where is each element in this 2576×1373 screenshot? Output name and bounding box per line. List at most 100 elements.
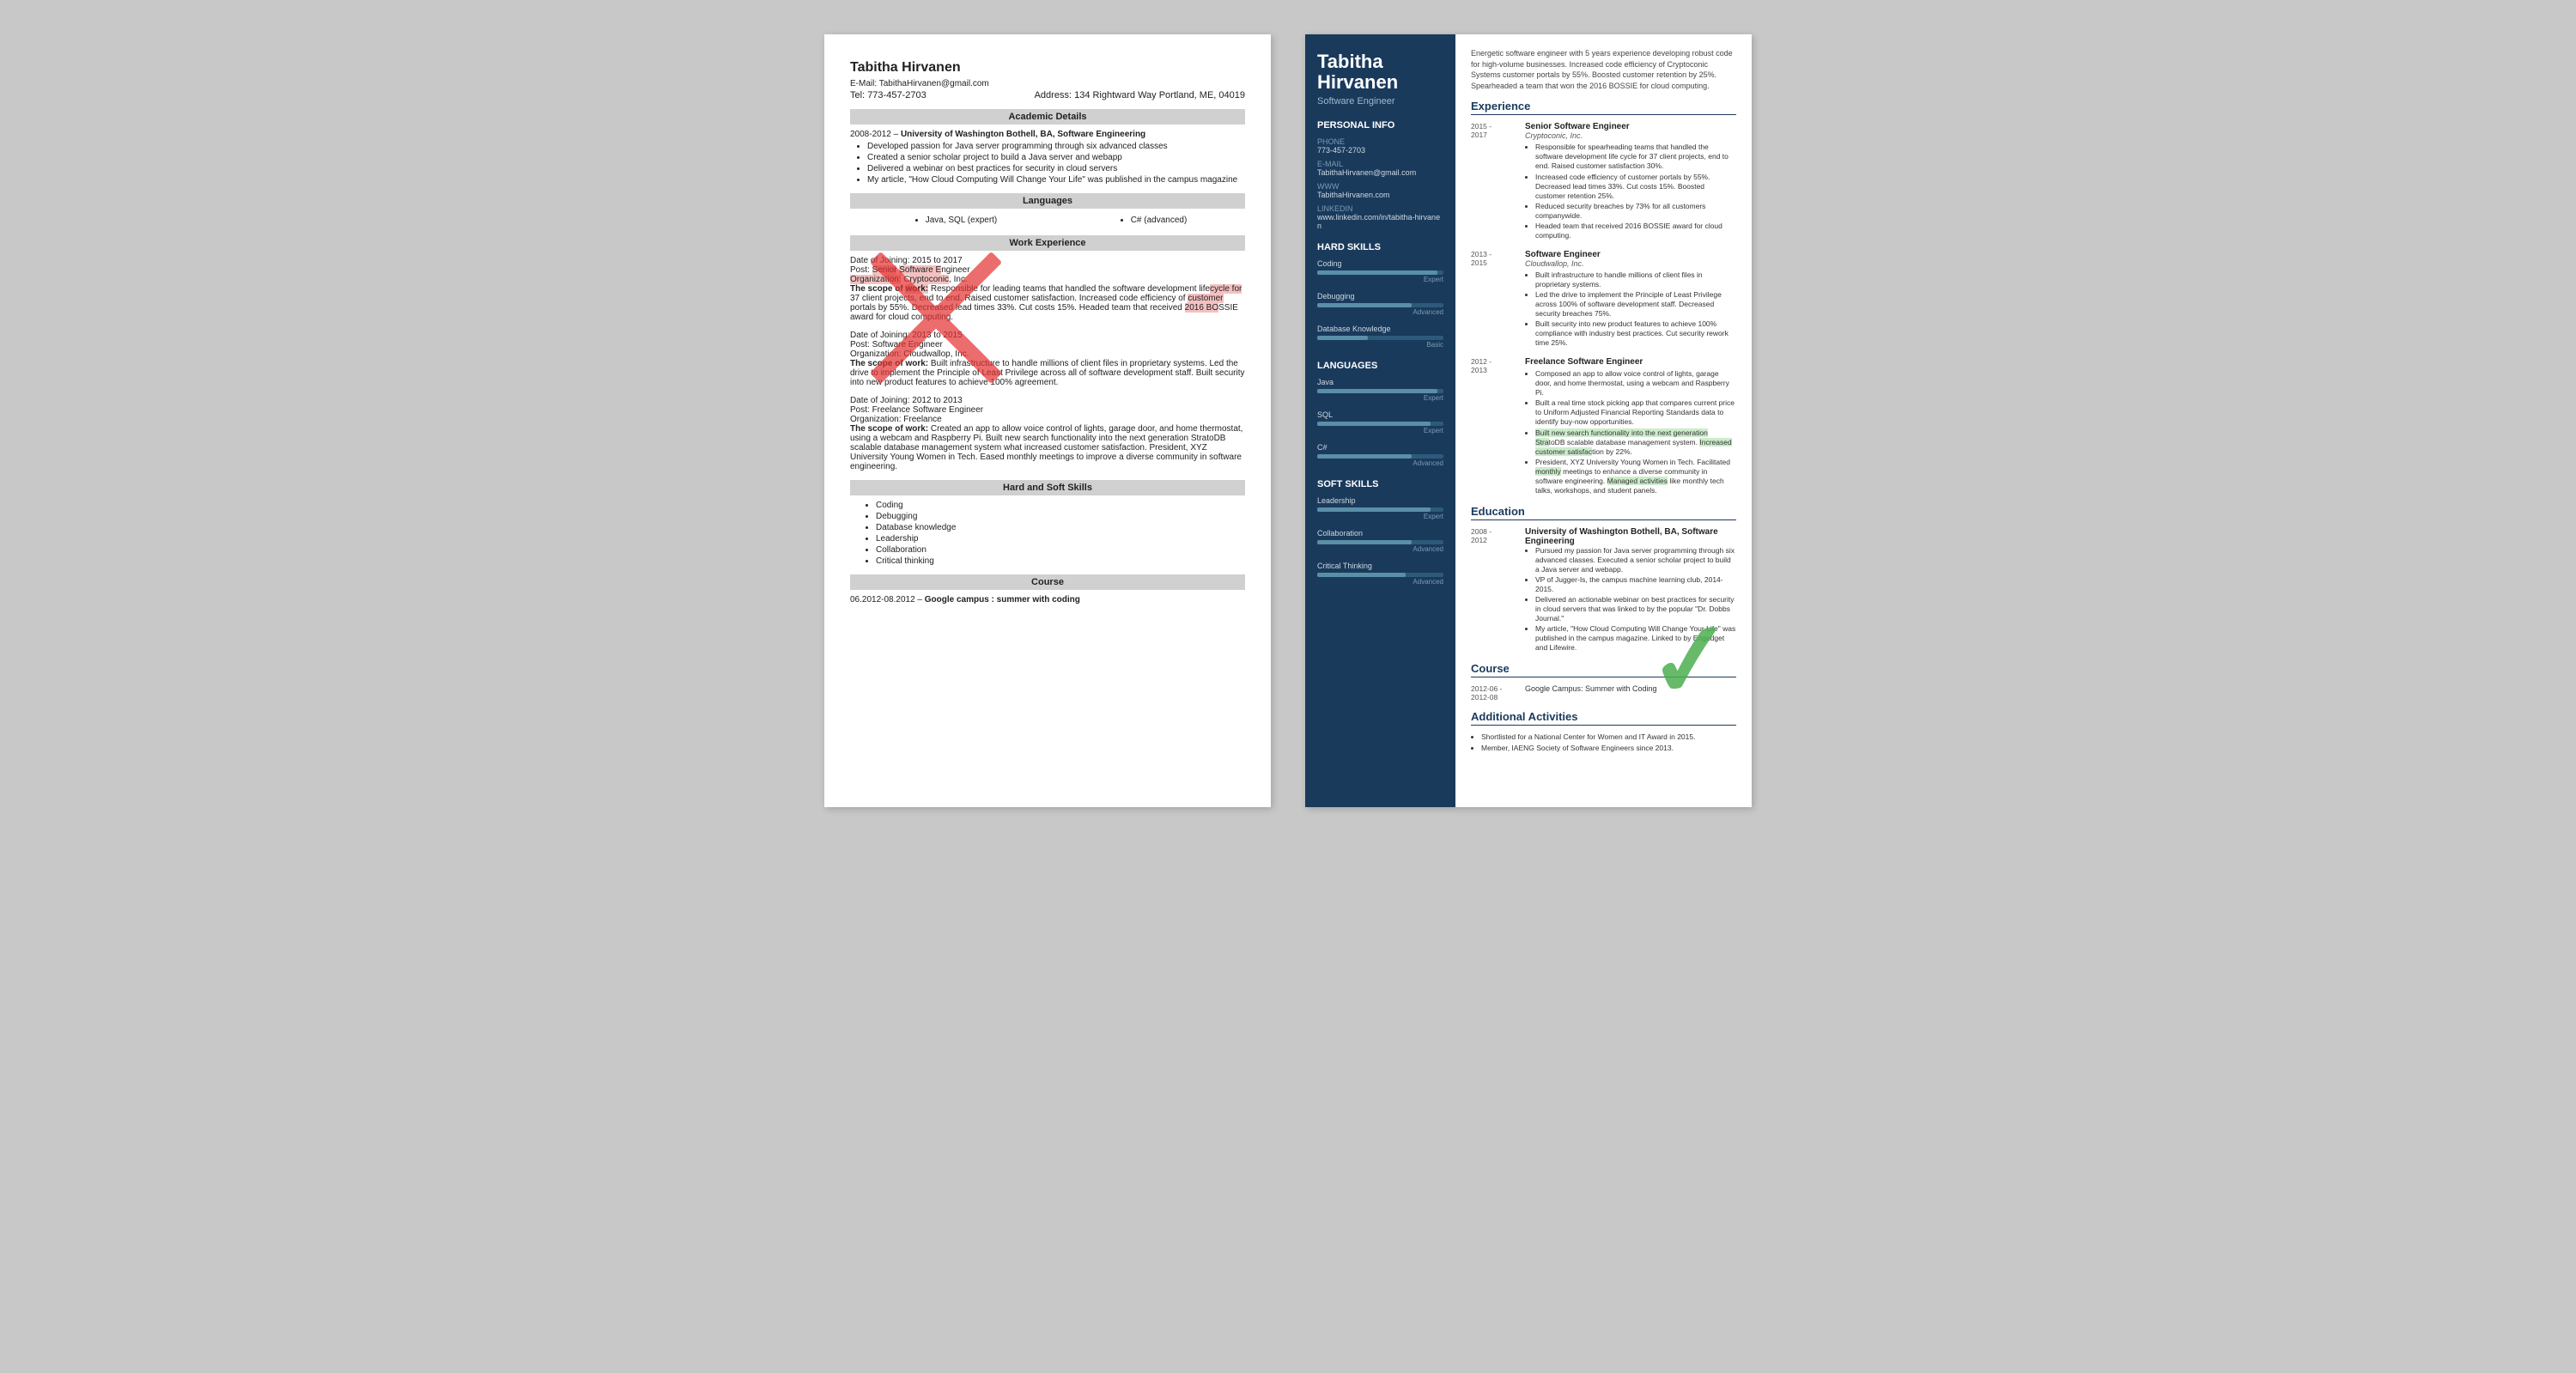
activities-header: Additional Activities — [1471, 710, 1736, 726]
skill-critical-bar: Critical Thinking Advanced — [1317, 562, 1443, 586]
lang-java-track — [1317, 389, 1443, 393]
course-name-1: Google Campus: Summer with Coding — [1525, 684, 1657, 702]
exp-bullet-3-2: Built a real time stock picking app that… — [1535, 398, 1736, 427]
skill-dbknow-label: Database Knowledge — [1317, 325, 1443, 333]
exp-bullet-1-3: Reduced security breaches by 73% for all… — [1535, 202, 1736, 221]
email-label: E-Mail: — [850, 79, 877, 88]
edu-bullet-1-1: Pursued my passion for Java server progr… — [1535, 546, 1736, 574]
left-resume: Tabitha Hirvanen E-Mail: TabithaHirvanen… — [824, 34, 1271, 807]
skill-collab-bar: Collaboration Advanced — [1317, 529, 1443, 553]
edu-bullets-1: Pursued my passion for Java server progr… — [1535, 546, 1736, 653]
work-org-3: Organization: Freelance — [850, 415, 1245, 424]
exp-company-2: Cloudwallop, Inc. — [1525, 259, 1736, 268]
academic-entry: 2008-2012 – University of Washington Bot… — [850, 130, 1245, 185]
main-content: Energetic software engineer with 5 years… — [1455, 34, 1752, 807]
skill-critical-label: Critical Thinking — [1317, 562, 1443, 570]
left-email-row: E-Mail: TabithaHirvanen@gmail.com — [850, 79, 1245, 88]
skill-critical-track — [1317, 573, 1443, 577]
personal-info-header: Personal Info — [1317, 120, 1443, 131]
skill-dbknow-track — [1317, 336, 1443, 340]
lang-java-bar: Java Expert — [1317, 378, 1443, 402]
lang-csharp-fill — [1317, 454, 1412, 459]
exp-bullets-3: Composed an app to allow voice control o… — [1535, 369, 1736, 495]
skill-leadership-bar: Leadership Expert — [1317, 496, 1443, 520]
work-scope-3: The scope of work: Created an app to all… — [850, 424, 1245, 471]
activity-1: Shortlisted for a National Center for Wo… — [1481, 732, 1736, 742]
lang-java: Java, SQL (expert) — [926, 216, 998, 225]
skill-debugging: Debugging — [876, 512, 1245, 521]
skill-collab-track — [1317, 540, 1443, 544]
experience-header: Experience — [1471, 100, 1736, 115]
work-header: Work Experience — [850, 235, 1245, 251]
exp-entry-2: 2013 -2015 Software Engineer Cloudwallop… — [1471, 250, 1736, 349]
exp-bullet-3-1: Composed an app to allow voice control o… — [1535, 369, 1736, 398]
skill-critical-level: Advanced — [1317, 578, 1443, 586]
lang-sql-bar: SQL Expert — [1317, 410, 1443, 434]
languages-row: Java, SQL (expert) C# (advanced) — [850, 214, 1245, 227]
exp-title-2: Software Engineer — [1525, 250, 1736, 259]
skill-critical: Critical thinking — [876, 556, 1245, 566]
soft-skills-header: Soft Skills — [1317, 479, 1443, 489]
work-scope-2: The scope of work: Built infrastructure … — [850, 359, 1245, 387]
academic-bullet-3: Delivered a webinar on best practices fo… — [867, 164, 1245, 173]
course-date-1: 2012-06 -2012-08 — [1471, 684, 1518, 702]
lang-csharp: C# (advanced) — [1131, 216, 1188, 225]
skill-debugging-fill — [1317, 303, 1412, 307]
exp-date-1: 2015 -2017 — [1471, 122, 1518, 240]
skills-header: Hard and Soft Skills — [850, 480, 1245, 495]
work-post-3: Post: Freelance Software Engineer — [850, 405, 1245, 415]
summary: Energetic software engineer with 5 years… — [1471, 48, 1736, 91]
lang-csharp-label: C# — [1317, 443, 1443, 452]
work-post-2: Post: Software Engineer — [850, 340, 1245, 349]
lang-csharp-level: Advanced — [1317, 459, 1443, 467]
email-label-right: E-mail — [1317, 160, 1443, 168]
exp-detail-3: Freelance Software Engineer Composed an … — [1525, 357, 1736, 496]
languages-header-right: Languages — [1317, 361, 1443, 371]
skill-debugging-level: Advanced — [1317, 308, 1443, 316]
academic-title: University of Washington Bothell, BA, So… — [901, 130, 1145, 139]
skill-coding: Coding — [876, 501, 1245, 510]
skill-coding-bar: Coding Expert — [1317, 259, 1443, 283]
exp-entry-3: 2012 -2013 Freelance Software Engineer C… — [1471, 357, 1736, 496]
phone-label: Phone — [1317, 137, 1443, 146]
exp-bullet-3-4: President, XYZ University Young Women in… — [1535, 458, 1736, 495]
work-org-1: Organization: Cryptoconic, Inc. — [850, 275, 1245, 284]
work-entry-2: Date of Joining: 2013 to 2015 Post: Soft… — [850, 331, 1245, 387]
exp-date-3: 2012 -2013 — [1471, 357, 1518, 496]
exp-bullet-2-3: Built security into new product features… — [1535, 319, 1736, 348]
education-header: Education — [1471, 505, 1736, 520]
exp-bullets-2: Built infrastructure to handle millions … — [1535, 270, 1736, 348]
exp-bullet-1-1: Responsible for spearheading teams that … — [1535, 143, 1736, 171]
lang-csharp-bar: C# Advanced — [1317, 443, 1443, 467]
skill-dbknow-fill — [1317, 336, 1368, 340]
academic-years: 2008-2012 – — [850, 130, 901, 139]
academic-bullets: Developed passion for Java server progra… — [867, 142, 1245, 185]
lang-sql-fill — [1317, 422, 1431, 426]
skill-database: Database knowledge — [876, 523, 1245, 532]
phone-value: 773-457-2703 — [1317, 146, 1443, 155]
academic-bullet-1: Developed passion for Java server progra… — [867, 142, 1245, 151]
exp-detail-1: Senior Software Engineer Cryptoconic, In… — [1525, 122, 1736, 240]
skill-coding-track — [1317, 270, 1443, 275]
skill-collab-fill — [1317, 540, 1412, 544]
exp-bullet-2-2: Led the drive to implement the Principle… — [1535, 290, 1736, 319]
exp-date-2: 2013 -2015 — [1471, 250, 1518, 349]
exp-company-1: Cryptoconic, Inc. — [1525, 131, 1736, 140]
skill-debugging-label: Debugging — [1317, 292, 1443, 301]
course-entry-right-1: 2012-06 -2012-08 Google Campus: Summer w… — [1471, 684, 1736, 702]
lang-sql-track — [1317, 422, 1443, 426]
lang-csharp-track — [1317, 454, 1443, 459]
lang-sql-label: SQL — [1317, 410, 1443, 419]
linkedin-label: LinkedIn — [1317, 204, 1443, 213]
work-org-2: Organization: Cloudwallop, Inc. — [850, 349, 1245, 359]
exp-entry-1: 2015 -2017 Senior Software Engineer Cryp… — [1471, 122, 1736, 240]
work-date-1: Date of Joining: 2015 to 2017 — [850, 256, 1245, 265]
hard-skills-header: Hard Skills — [1317, 242, 1443, 252]
skill-leadership-label: Leadership — [1317, 496, 1443, 505]
edu-date-1: 2008 -2012 — [1471, 527, 1518, 654]
work-entry-1: Date of Joining: 2015 to 2017 Post: Seni… — [850, 256, 1245, 322]
skill-coding-fill — [1317, 270, 1437, 275]
languages-header: Languages — [850, 193, 1245, 209]
skill-leadership-level: Expert — [1317, 513, 1443, 520]
edu-bullet-1-2: VP of Jugger-Is, the campus machine lear… — [1535, 575, 1736, 594]
